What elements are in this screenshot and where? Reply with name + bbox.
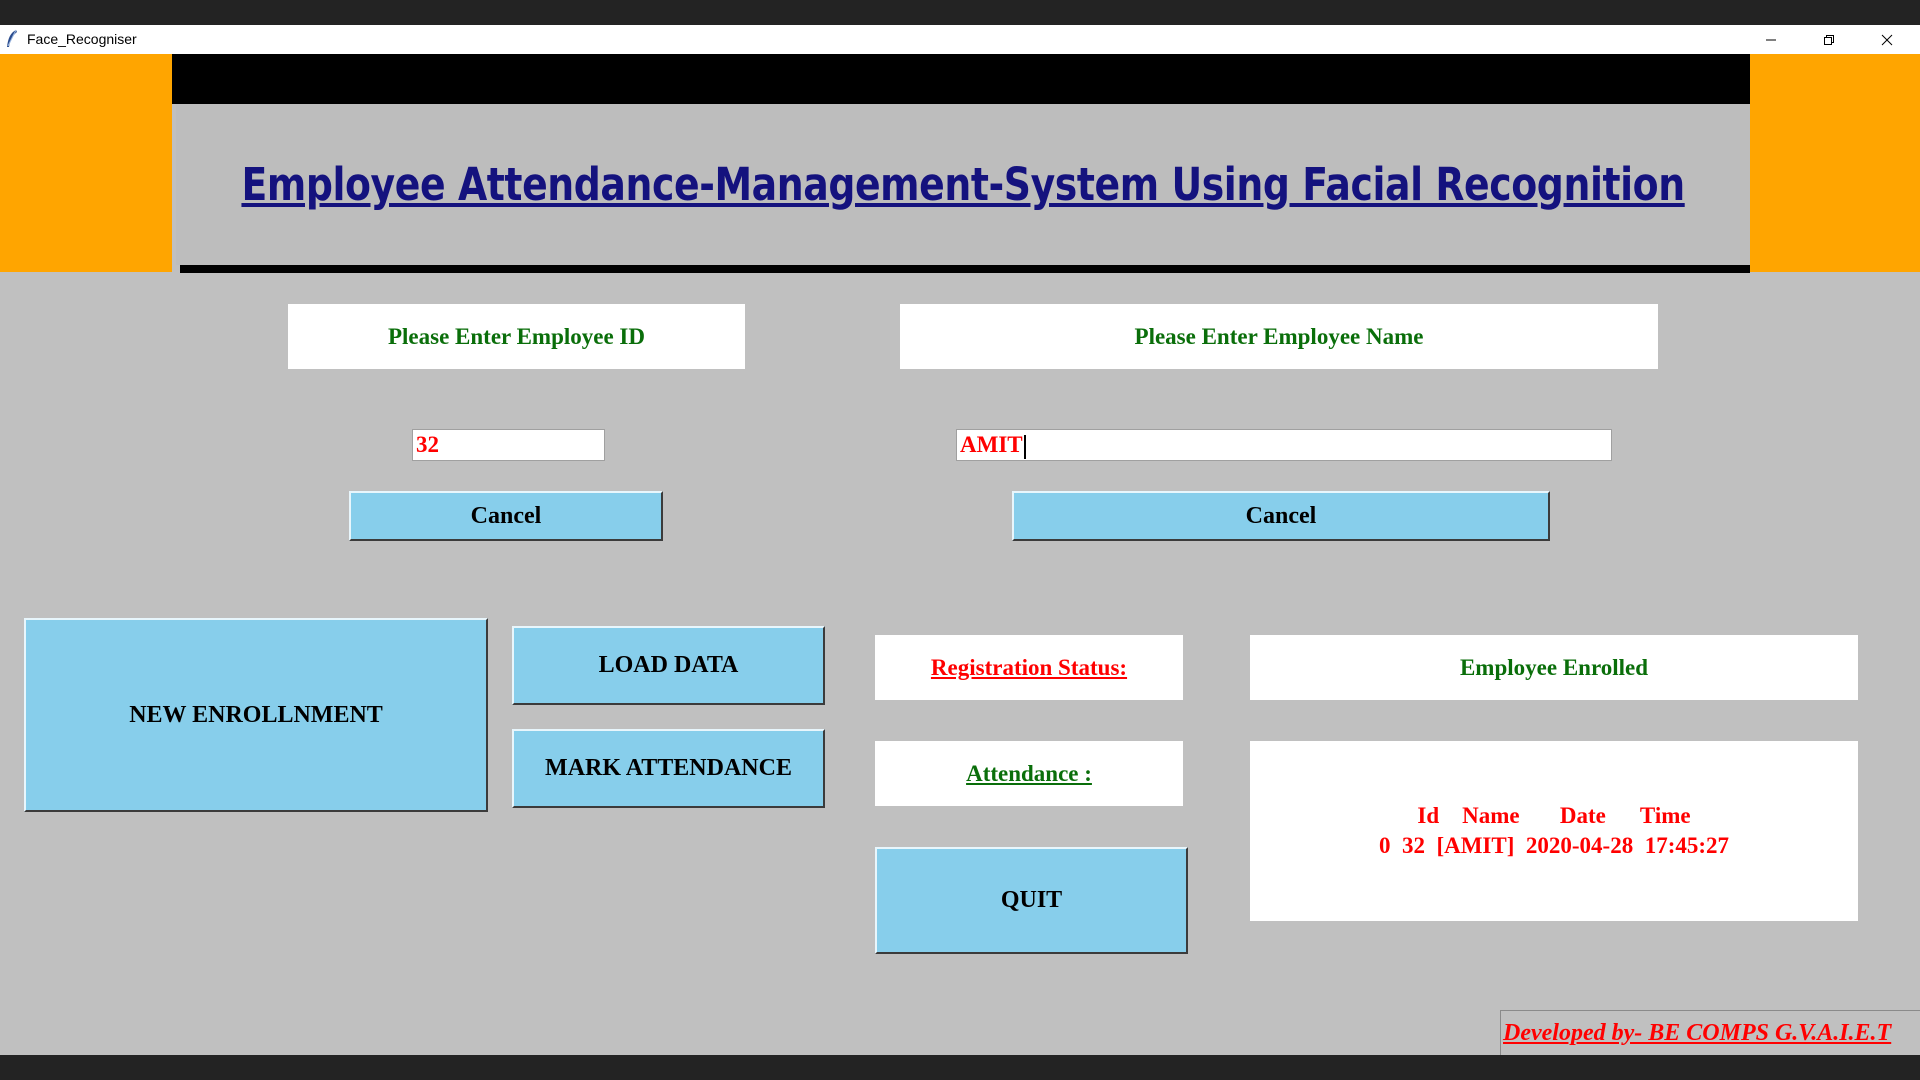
restore-button[interactable] [1800, 25, 1858, 54]
employee-id-input[interactable]: 32 [412, 429, 605, 461]
employee-name-value: AMIT [960, 432, 1023, 457]
header-black-band [172, 54, 1750, 104]
attendance-output: Id Name Date Time 0 32 [AMIT] 2020-04-28… [1250, 741, 1858, 921]
page-title: Employee Attendance-Management-System Us… [241, 158, 1685, 211]
attendance-header-line: Id Name Date Time [1417, 803, 1691, 828]
restore-icon [1823, 34, 1835, 46]
cancel-id-button[interactable]: Cancel [349, 491, 663, 541]
employee-id-label: Please Enter Employee ID [288, 304, 745, 369]
attendance-record-line: 0 32 [AMIT] 2020-04-28 17:45:27 [1378, 833, 1730, 858]
registration-status-value: Employee Enrolled [1250, 635, 1858, 700]
bottom-screen-bar [0, 1055, 1920, 1080]
header-panel: Employee Attendance-Management-System Us… [176, 104, 1750, 265]
load-data-button[interactable]: LOAD DATA [512, 626, 825, 705]
orange-side-panel-left [0, 54, 172, 272]
attendance-label: Attendance : [875, 741, 1183, 806]
close-icon [1881, 34, 1893, 46]
window-titlebar: Face_Recogniser [0, 25, 1920, 54]
cancel-name-button[interactable]: Cancel [1012, 491, 1550, 541]
window-title: Face_Recogniser [27, 31, 137, 47]
minimize-button[interactable] [1742, 25, 1800, 54]
minimize-icon [1765, 34, 1777, 46]
employee-name-input[interactable]: AMIT [956, 429, 1612, 461]
employee-name-label: Please Enter Employee Name [900, 304, 1658, 369]
text-caret [1023, 434, 1026, 459]
feather-icon [5, 29, 19, 49]
quit-button[interactable]: QUIT [875, 847, 1188, 954]
registration-status-label: Registration Status: [875, 635, 1183, 700]
employee-id-value: 32 [416, 432, 439, 457]
mark-attendance-button[interactable]: MARK ATTENDANCE [512, 729, 825, 808]
close-button[interactable] [1858, 25, 1916, 54]
new-enrollment-button[interactable]: NEW ENROLLNMENT [24, 618, 488, 812]
orange-side-panel-right [1750, 54, 1920, 272]
top-screen-bar [0, 0, 1920, 25]
header-black-underline [180, 265, 1750, 273]
developer-credit: Developed by- BE COMPS G.V.A.I.E.T [1500, 1010, 1920, 1055]
app-client-area: Employee Attendance-Management-System Us… [0, 54, 1920, 1055]
